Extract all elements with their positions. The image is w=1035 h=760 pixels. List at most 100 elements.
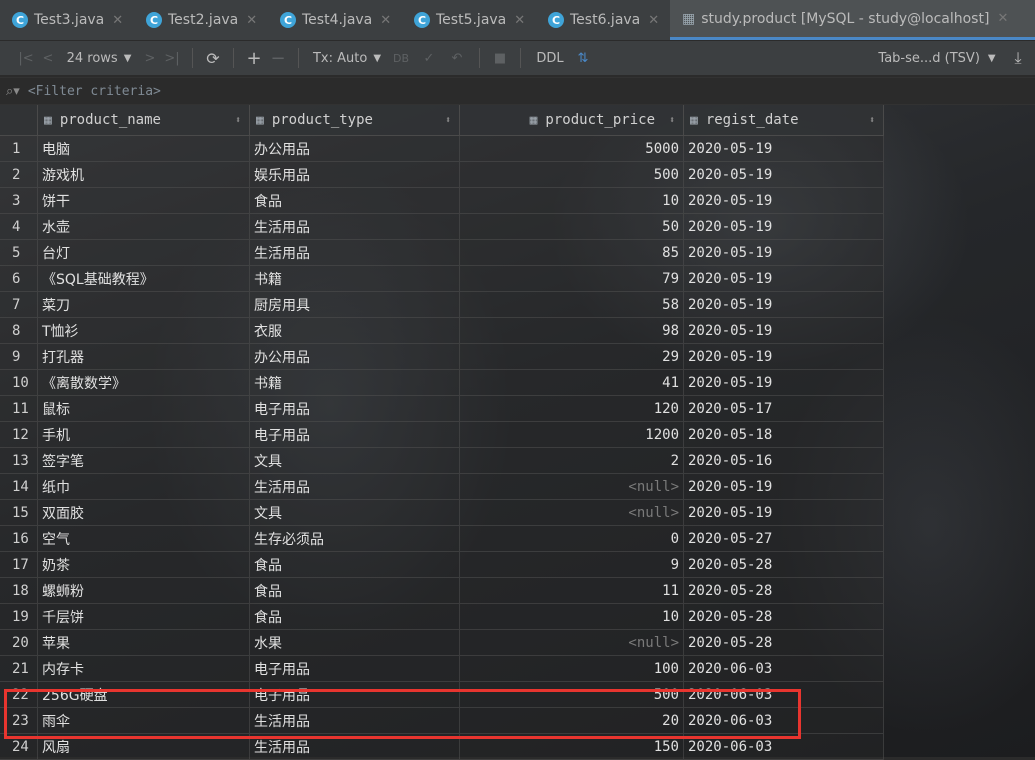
database-icon[interactable]: DB <box>387 41 415 75</box>
cell-regist-date[interactable]: 2020-05-19 <box>684 474 884 499</box>
table-row[interactable]: 8 T恤衫 衣服 98 2020-05-19 <box>0 318 884 344</box>
download-icon[interactable]: ⤓ <box>1001 41 1035 75</box>
cell-regist-date[interactable]: 2020-05-19 <box>684 344 884 369</box>
cell-product-type[interactable]: 厨房用具 <box>250 292 460 317</box>
column-header-regist-date[interactable]: ▦ regist_date ⬍ <box>684 105 884 135</box>
cell-product-name[interactable]: 螺蛳粉 <box>38 578 250 603</box>
cell-product-price[interactable]: 98 <box>460 318 684 343</box>
cell-product-price[interactable]: 1200 <box>460 422 684 447</box>
table-row[interactable]: 18 螺蛳粉 食品 11 2020-05-28 <box>0 578 884 604</box>
cell-product-type[interactable]: 水果 <box>250 630 460 655</box>
close-icon[interactable]: ✕ <box>380 13 391 28</box>
table-row[interactable]: 16 空气 生存必须品 0 2020-05-27 <box>0 526 884 552</box>
refresh-icon[interactable]: ⟳ <box>201 41 225 75</box>
column-header-product-price[interactable]: ▦ product_price ⬍ <box>460 105 684 135</box>
cell-product-price[interactable]: 29 <box>460 344 684 369</box>
tab-test2[interactable]: C Test2.java ✕ <box>134 0 268 40</box>
ddl-button[interactable]: DDL <box>529 41 571 75</box>
sort-icon[interactable]: ⬍ <box>235 115 241 126</box>
cell-regist-date[interactable]: 2020-06-03 <box>684 734 884 759</box>
table-row[interactable]: 20 苹果 水果 <null> 2020-05-28 <box>0 630 884 656</box>
cell-product-name[interactable]: 电脑 <box>38 136 250 161</box>
table-row[interactable]: 11 鼠标 电子用品 120 2020-05-17 <box>0 396 884 422</box>
cell-product-type[interactable]: 办公用品 <box>250 344 460 369</box>
table-row[interactable]: 2 游戏机 娱乐用品 500 2020-05-19 <box>0 162 884 188</box>
delete-row-icon[interactable]: − <box>266 41 290 75</box>
table-row[interactable]: 3 饼干 食品 10 2020-05-19 <box>0 188 884 214</box>
cell-product-price[interactable]: 5000 <box>460 136 684 161</box>
table-row[interactable]: 23 雨伞 生活用品 20 2020-06-03 <box>0 708 884 734</box>
cell-product-price[interactable]: 500 <box>460 162 684 187</box>
cell-product-name[interactable]: 打孔器 <box>38 344 250 369</box>
cell-product-price[interactable]: 120 <box>460 396 684 421</box>
cell-product-price[interactable]: 20 <box>460 708 684 733</box>
sort-icon[interactable]: ⬍ <box>669 115 675 126</box>
cell-product-type[interactable]: 生存必须品 <box>250 526 460 551</box>
cell-product-type[interactable]: 娱乐用品 <box>250 162 460 187</box>
cell-product-type[interactable]: 生活用品 <box>250 474 460 499</box>
cell-product-name[interactable]: 雨伞 <box>38 708 250 733</box>
cell-product-name[interactable]: 双面胶 <box>38 500 250 525</box>
tab-test4[interactable]: C Test4.java ✕ <box>268 0 402 40</box>
compare-icon[interactable]: ⇅ <box>571 41 595 75</box>
cell-regist-date[interactable]: 2020-05-19 <box>684 318 884 343</box>
last-page-icon[interactable]: >| <box>160 41 184 75</box>
table-row[interactable]: 1 电脑 办公用品 5000 2020-05-19 <box>0 136 884 162</box>
cell-product-price[interactable]: <null> <box>460 630 684 655</box>
cell-product-name[interactable]: 签字笔 <box>38 448 250 473</box>
cell-product-type[interactable]: 办公用品 <box>250 136 460 161</box>
cell-product-price[interactable]: 11 <box>460 578 684 603</box>
cell-product-price[interactable]: <null> <box>460 500 684 525</box>
cell-regist-date[interactable]: 2020-05-19 <box>684 240 884 265</box>
cell-product-type[interactable]: 食品 <box>250 578 460 603</box>
table-row[interactable]: 5 台灯 生活用品 85 2020-05-19 <box>0 240 884 266</box>
commit-icon[interactable]: ✓ <box>415 41 443 75</box>
cell-regist-date[interactable]: 2020-06-03 <box>684 708 884 733</box>
sort-icon[interactable]: ⬍ <box>869 115 875 126</box>
table-row[interactable]: 19 千层饼 食品 10 2020-05-28 <box>0 604 884 630</box>
tab-test3[interactable]: C Test3.java ✕ <box>0 0 134 40</box>
table-row[interactable]: 21 内存卡 电子用品 100 2020-06-03 <box>0 656 884 682</box>
table-row[interactable]: 6 《SQL基础教程》 书籍 79 2020-05-19 <box>0 266 884 292</box>
cell-product-type[interactable]: 食品 <box>250 552 460 577</box>
add-row-icon[interactable]: + <box>242 41 266 75</box>
cell-regist-date[interactable]: 2020-05-28 <box>684 604 884 629</box>
table-row[interactable]: 4 水壶 生活用品 50 2020-05-19 <box>0 214 884 240</box>
cell-product-price[interactable]: 41 <box>460 370 684 395</box>
cell-product-price[interactable]: 85 <box>460 240 684 265</box>
cell-regist-date[interactable]: 2020-05-17 <box>684 396 884 421</box>
cell-product-name[interactable]: 苹果 <box>38 630 250 655</box>
cell-regist-date[interactable]: 2020-05-16 <box>684 448 884 473</box>
cell-product-name[interactable]: 纸巾 <box>38 474 250 499</box>
close-icon[interactable]: ✕ <box>112 13 123 28</box>
transaction-mode-dropdown[interactable]: Tx: Auto ▼ <box>307 41 387 75</box>
cell-product-type[interactable]: 文具 <box>250 500 460 525</box>
table-row[interactable]: 10 《离散数学》 书籍 41 2020-05-19 <box>0 370 884 396</box>
cell-product-type[interactable]: 生活用品 <box>250 214 460 239</box>
cell-regist-date[interactable]: 2020-05-19 <box>684 500 884 525</box>
close-icon[interactable]: ✕ <box>997 11 1008 26</box>
table-row[interactable]: 15 双面胶 文具 <null> 2020-05-19 <box>0 500 884 526</box>
cell-product-price[interactable]: 50 <box>460 214 684 239</box>
cell-product-price[interactable]: 100 <box>460 656 684 681</box>
export-format-dropdown[interactable]: Tab-se...d (TSV) ▼ <box>873 41 1001 75</box>
next-page-icon[interactable]: > <box>140 41 160 75</box>
cell-product-price[interactable]: 9 <box>460 552 684 577</box>
cell-product-price[interactable]: 0 <box>460 526 684 551</box>
cell-product-type[interactable]: 文具 <box>250 448 460 473</box>
sort-icon[interactable]: ⬍ <box>445 115 451 126</box>
cell-regist-date[interactable]: 2020-05-27 <box>684 526 884 551</box>
column-header-product-type[interactable]: ▦ product_type ⬍ <box>250 105 460 135</box>
cell-product-name[interactable]: 台灯 <box>38 240 250 265</box>
cell-product-name[interactable]: 水壶 <box>38 214 250 239</box>
cell-product-name[interactable]: 空气 <box>38 526 250 551</box>
column-header-product-name[interactable]: ▦ product_name ⬍ <box>38 105 250 135</box>
cell-product-type[interactable]: 电子用品 <box>250 682 460 707</box>
cell-product-price[interactable]: <null> <box>460 474 684 499</box>
cell-product-name[interactable]: 手机 <box>38 422 250 447</box>
cell-product-type[interactable]: 电子用品 <box>250 396 460 421</box>
close-icon[interactable]: ✕ <box>648 13 659 28</box>
cell-regist-date[interactable]: 2020-05-28 <box>684 552 884 577</box>
rollback-icon[interactable]: ↶ <box>443 41 471 75</box>
cell-product-name[interactable]: 鼠标 <box>38 396 250 421</box>
